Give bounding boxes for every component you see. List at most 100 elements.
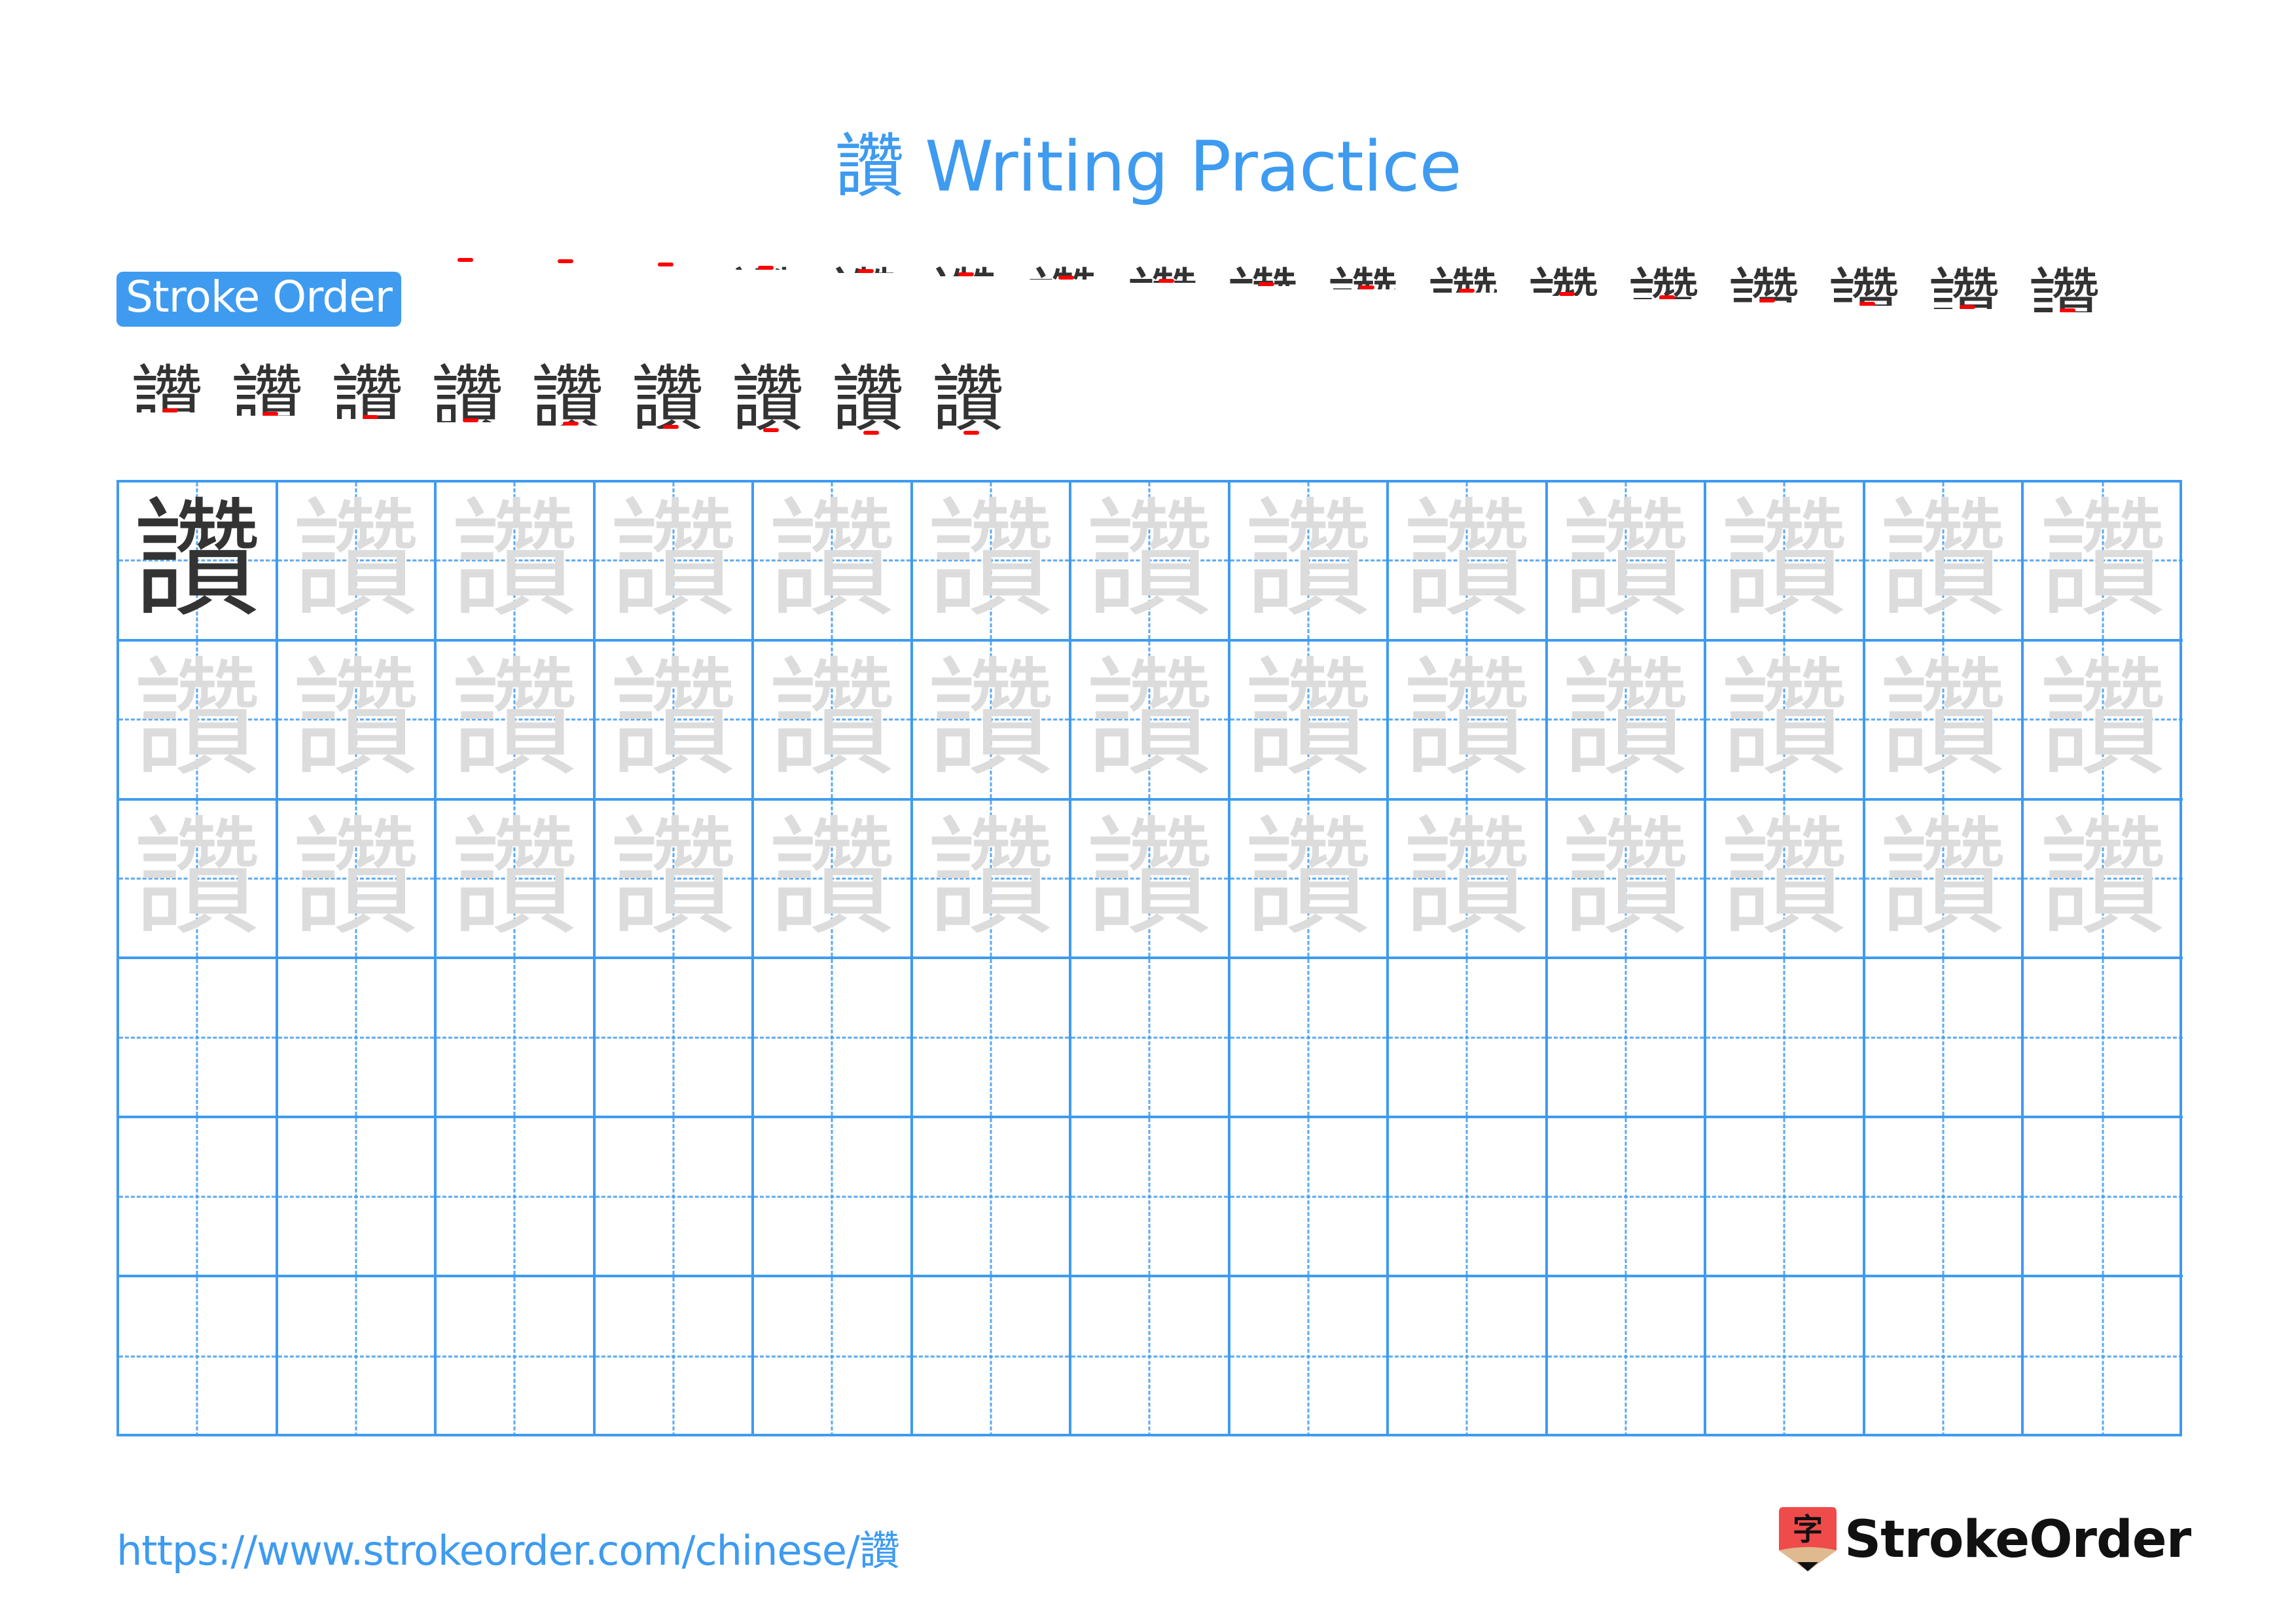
stroke-step-8: 讚	[1121, 257, 1221, 342]
practice-cell[interactable]	[437, 959, 596, 1119]
practice-cell[interactable]: 讚	[2024, 641, 2183, 801]
practice-cell[interactable]	[1865, 959, 2024, 1119]
practice-cell[interactable]: 讚	[278, 483, 437, 642]
practice-cell[interactable]: 讚	[1706, 483, 1865, 642]
practice-cell[interactable]	[1389, 1277, 1548, 1436]
practice-cell[interactable]: 讚	[1230, 800, 1389, 960]
practice-cell[interactable]: 讚	[1865, 483, 2024, 642]
practice-cell[interactable]	[1230, 959, 1389, 1119]
practice-cell[interactable]	[1071, 1277, 1230, 1436]
practice-cell[interactable]	[1865, 1277, 2024, 1436]
practice-cell[interactable]	[595, 959, 754, 1119]
practice-cell[interactable]: 讚	[754, 800, 913, 960]
practice-cell[interactable]	[1389, 959, 1548, 1119]
practice-cell[interactable]: 讚	[437, 641, 596, 801]
guide-line-horizontal	[912, 1355, 1069, 1358]
practice-cell[interactable]	[1706, 959, 1865, 1119]
guide-line-horizontal	[1071, 1355, 1228, 1358]
practice-cell[interactable]: 讚	[1706, 641, 1865, 801]
practice-cell[interactable]	[1230, 1118, 1389, 1277]
practice-cell[interactable]	[437, 1118, 596, 1277]
practice-cell[interactable]: 讚	[912, 800, 1071, 960]
practice-cell[interactable]: 讚	[754, 641, 913, 801]
practice-cell[interactable]: 讚	[754, 483, 913, 642]
stroke-step-17: 讚	[2022, 257, 2122, 342]
practice-cell[interactable]	[912, 959, 1071, 1119]
practice-cell[interactable]: 讚	[1547, 800, 1706, 960]
stroke-step-26: 讚	[925, 354, 1026, 439]
practice-cell[interactable]	[595, 1277, 754, 1436]
practice-cell[interactable]: 讚	[1230, 641, 1389, 801]
practice-cell[interactable]: 讚	[437, 800, 596, 960]
guide-line-horizontal	[1706, 1036, 1863, 1039]
stroke-step-10: 讚	[1321, 257, 1421, 342]
practice-cell[interactable]: 讚	[437, 483, 596, 642]
practice-cell[interactable]: 讚	[1071, 800, 1230, 960]
practice-cell[interactable]	[119, 959, 278, 1119]
practice-cell[interactable]	[912, 1118, 1071, 1277]
practice-cell[interactable]: 讚	[912, 483, 1071, 642]
practice-cell[interactable]	[278, 1118, 437, 1277]
practice-cell[interactable]	[1230, 1277, 1389, 1436]
trace-character: 讚	[450, 645, 579, 795]
practice-cell[interactable]	[1706, 1277, 1865, 1436]
practice-cell[interactable]: 讚	[1389, 800, 1548, 960]
practice-cell[interactable]: 讚	[1706, 800, 1865, 960]
stroke-step-16: 讚	[1922, 257, 2022, 342]
practice-cell[interactable]	[595, 1118, 754, 1277]
practice-cell[interactable]	[754, 959, 913, 1119]
practice-cell[interactable]	[278, 959, 437, 1119]
practice-cell[interactable]	[1389, 1118, 1548, 1277]
practice-cell[interactable]	[912, 1277, 1071, 1436]
practice-cell[interactable]: 讚	[1547, 641, 1706, 801]
guide-line-horizontal	[912, 1195, 1069, 1198]
stroke-step-21: 讚	[425, 354, 525, 439]
practice-cell[interactable]: 讚	[278, 641, 437, 801]
practice-cell[interactable]	[1706, 1118, 1865, 1277]
practice-cell[interactable]	[754, 1118, 913, 1277]
practice-cell[interactable]: 讚	[912, 641, 1071, 801]
stroke-step-9: 讚	[1221, 257, 1321, 342]
practice-cell[interactable]	[1547, 959, 1706, 1119]
practice-cell[interactable]	[1547, 1118, 1706, 1277]
practice-cell[interactable]: 讚	[119, 800, 278, 960]
current-stroke-highlight	[1558, 292, 1575, 296]
stroke-order-row-2: 讚讚讚讚讚讚讚讚讚	[124, 354, 1026, 439]
practice-cell[interactable]: 讚	[595, 800, 754, 960]
practice-cell[interactable]: 讚	[1865, 641, 2024, 801]
practice-cell[interactable]: 讚	[1389, 483, 1548, 642]
practice-cell[interactable]	[278, 1277, 437, 1436]
practice-cell[interactable]	[437, 1277, 596, 1436]
practice-cell[interactable]: 讚	[1389, 641, 1548, 801]
practice-cell[interactable]	[119, 1277, 278, 1436]
practice-cell[interactable]: 讚	[1230, 483, 1389, 642]
current-stroke-highlight	[1258, 282, 1274, 286]
current-stroke-highlight	[1859, 302, 1875, 306]
practice-cell[interactable]: 讚	[595, 641, 754, 801]
practice-cell[interactable]	[1865, 1118, 2024, 1277]
stroke-step-7: 讚	[1020, 257, 1121, 342]
practice-cell[interactable]: 讚	[278, 800, 437, 960]
practice-cell[interactable]: 讚	[2024, 483, 2183, 642]
svg-text:讚: 讚	[1928, 261, 2000, 342]
stroke-step-12: 讚	[1521, 257, 1621, 342]
svg-text:讚: 讚	[832, 357, 904, 439]
practice-cell[interactable]: 讚	[1071, 483, 1230, 642]
brand-logo[interactable]: 字 StrokeOrder	[1779, 1507, 2191, 1573]
practice-cell[interactable]	[2024, 1277, 2183, 1436]
practice-cell[interactable]	[1071, 959, 1230, 1119]
practice-cell[interactable]	[119, 1118, 278, 1277]
practice-cell[interactable]: 讚	[2024, 800, 2183, 960]
practice-cell[interactable]: 讚	[119, 641, 278, 801]
practice-cell[interactable]	[2024, 1118, 2183, 1277]
practice-cell[interactable]	[2024, 959, 2183, 1119]
practice-cell[interactable]	[1071, 1118, 1230, 1277]
practice-cell[interactable]: 讚	[1865, 800, 2024, 960]
practice-cell[interactable]: 讚	[595, 483, 754, 642]
practice-cell[interactable]: 讚	[119, 483, 278, 642]
practice-cell[interactable]: 讚	[1547, 483, 1706, 642]
practice-cell[interactable]	[1547, 1277, 1706, 1436]
practice-cell[interactable]: 讚	[1071, 641, 1230, 801]
practice-cell[interactable]	[754, 1277, 913, 1436]
footer-url-link[interactable]: https://www.strokeorder.com/chinese/讚	[117, 1518, 900, 1577]
